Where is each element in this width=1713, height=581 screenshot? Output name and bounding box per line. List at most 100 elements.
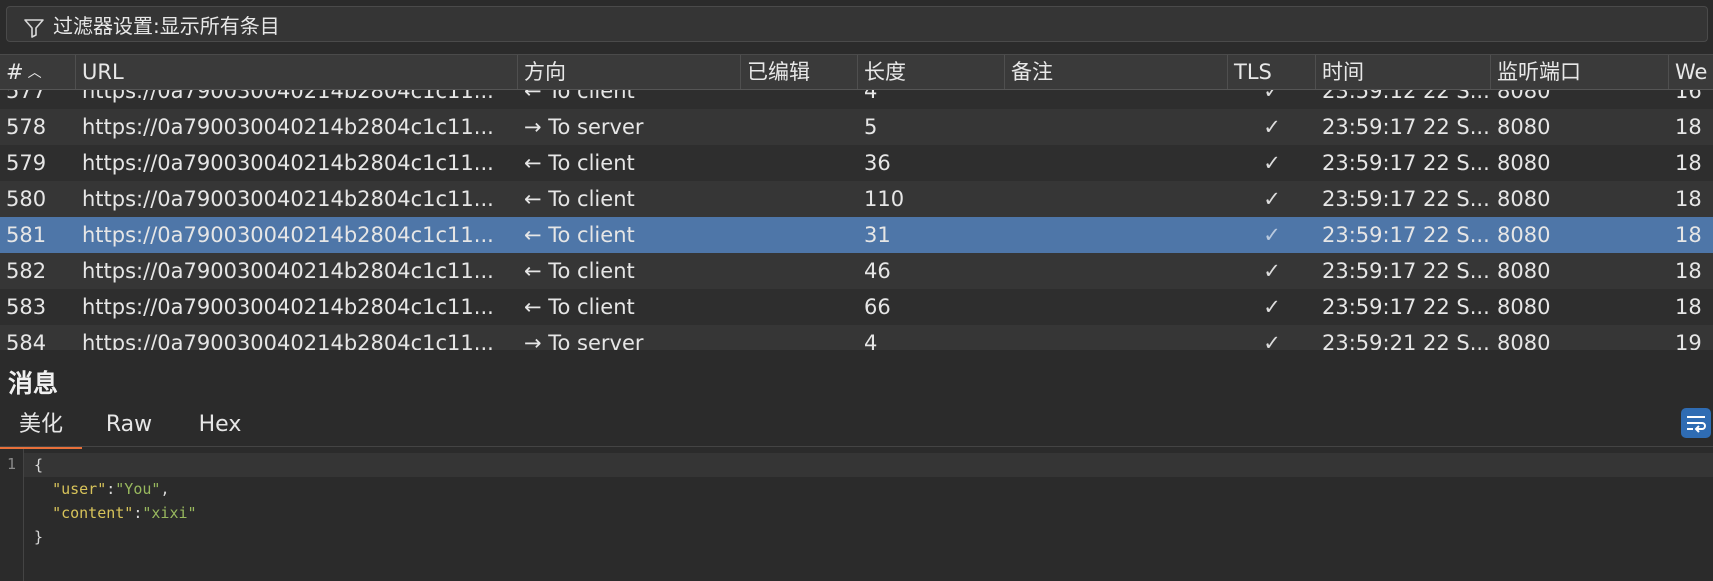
table-header: # ︿ URL 方向 已编辑 长度 备注 TLS 时间 监听端口 We	[0, 54, 1713, 90]
cell-we: 18	[1675, 151, 1702, 175]
table-row[interactable]: 581 https://0a790030040214b2804c1c11... ← …	[0, 217, 1713, 253]
cell-we: 18	[1675, 115, 1702, 139]
chevron-up-icon: ︿	[27, 65, 42, 81]
cell-length: 31	[864, 223, 891, 247]
cell-url: https://0a790030040214b2804c1c11...	[82, 187, 494, 211]
cell-direction: ← To client	[524, 90, 635, 103]
table-row[interactable]: 583 https://0a790030040214b2804c1c11... ← …	[0, 289, 1713, 325]
column-header-direction[interactable]: 方向	[518, 55, 741, 89]
cell-edited	[741, 217, 858, 253]
cell-number: 579	[6, 151, 47, 175]
table-rows: 577 https://0a790030040214b2804c1c11... ← …	[0, 90, 1713, 350]
filter-settings-button[interactable]: 过滤器设置:显示所有条目	[6, 6, 1708, 42]
cell-number: 578	[6, 115, 47, 139]
line-number: 1	[7, 455, 17, 473]
cell-length: 110	[864, 187, 905, 211]
tls-check-icon: ✓	[1263, 223, 1281, 247]
cell-length: 46	[864, 259, 891, 283]
table-body[interactable]: 577 https://0a790030040214b2804c1c11... ← …	[0, 90, 1713, 350]
cell-number: 583	[6, 295, 47, 319]
cell-comment	[1005, 289, 1228, 325]
json-punctuation: :	[106, 480, 116, 498]
tls-check-icon: ✓	[1263, 331, 1281, 350]
cell-time: 23:59:12 22 S...	[1322, 90, 1490, 103]
table-row[interactable]: 579 https://0a790030040214b2804c1c11... ← …	[0, 145, 1713, 181]
cell-comment	[1005, 90, 1228, 109]
filter-bar: 过滤器设置:显示所有条目	[0, 0, 1713, 50]
code-line: {	[34, 453, 43, 477]
cell-edited	[741, 289, 858, 325]
column-header-url[interactable]: URL	[76, 55, 518, 89]
column-header-comment[interactable]: 备注	[1005, 55, 1228, 89]
json-punctuation: {	[34, 456, 44, 474]
column-header-edited[interactable]: 已编辑	[741, 55, 858, 89]
history-table: # ︿ URL 方向 已编辑 长度 备注 TLS 时间 监听端口 We 577 ht…	[0, 54, 1713, 350]
cell-port: 8080	[1497, 187, 1551, 211]
line-number-gutter: 1	[0, 449, 24, 581]
json-punctuation: ,	[160, 480, 170, 498]
cell-we: 18	[1675, 187, 1702, 211]
column-header-time[interactable]: 时间	[1316, 55, 1491, 89]
cell-comment	[1005, 181, 1228, 217]
cell-time: 23:59:21 22 S...	[1322, 331, 1490, 350]
cell-url: https://0a790030040214b2804c1c11...	[82, 331, 494, 350]
json-punctuation	[34, 504, 52, 522]
cell-url: https://0a790030040214b2804c1c11...	[82, 115, 494, 139]
cell-length: 66	[864, 295, 891, 319]
cell-url: https://0a790030040214b2804c1c11...	[82, 259, 494, 283]
cell-edited	[741, 145, 858, 181]
cell-direction: ← To client	[524, 259, 635, 283]
cell-number: 580	[6, 187, 47, 211]
tls-check-icon: ✓	[1263, 295, 1281, 319]
tls-check-icon: ✓	[1263, 187, 1281, 211]
cell-direction: ← To client	[524, 295, 635, 319]
cell-we: 19	[1675, 331, 1702, 350]
json-string: "You"	[115, 480, 161, 498]
cell-comment	[1005, 109, 1228, 145]
cell-direction: → To server	[524, 115, 644, 139]
json-punctuation: }	[34, 528, 44, 546]
cell-time: 23:59:17 22 S...	[1322, 223, 1490, 247]
tab-raw[interactable]: Raw	[96, 406, 162, 446]
tab-hex[interactable]: Hex	[192, 406, 248, 446]
cell-url: https://0a790030040214b2804c1c11...	[82, 295, 494, 319]
tls-check-icon: ✓	[1263, 151, 1281, 175]
table-row[interactable]: 577 https://0a790030040214b2804c1c11... ← …	[0, 90, 1713, 109]
tab-pretty[interactable]: 美化	[0, 406, 82, 449]
code-line: }	[34, 525, 43, 549]
cell-port: 8080	[1497, 90, 1551, 103]
cell-time: 23:59:17 22 S...	[1322, 295, 1490, 319]
json-key: "content"	[52, 504, 134, 522]
column-header-we[interactable]: We	[1669, 55, 1713, 89]
cell-number: 577	[6, 90, 47, 103]
code-line: "content":"xixi"	[34, 501, 197, 525]
cell-comment	[1005, 253, 1228, 289]
message-tabs: 美化 Raw Hex	[0, 406, 1713, 449]
cell-edited	[741, 253, 858, 289]
word-wrap-icon	[1687, 416, 1706, 433]
tls-check-icon: ✓	[1263, 259, 1281, 283]
table-row[interactable]: 584 https://0a790030040214b2804c1c11... → …	[0, 325, 1713, 350]
code-line: "user":"You",	[34, 477, 169, 501]
table-row[interactable]: 578 https://0a790030040214b2804c1c11... → …	[0, 109, 1713, 145]
cell-edited	[741, 90, 858, 109]
cell-port: 8080	[1497, 151, 1551, 175]
cell-port: 8080	[1497, 295, 1551, 319]
message-editor[interactable]: 1 { "user":"You", "content":"xixi"}	[0, 449, 1713, 581]
column-header-tls[interactable]: TLS	[1228, 55, 1316, 89]
column-header-number[interactable]: # ︿	[0, 55, 76, 89]
table-row[interactable]: 580 https://0a790030040214b2804c1c11... ← …	[0, 181, 1713, 217]
cell-direction: → To server	[524, 331, 644, 350]
table-row[interactable]: 582 https://0a790030040214b2804c1c11... ← …	[0, 253, 1713, 289]
cell-comment	[1005, 217, 1228, 253]
cell-number: 581	[6, 223, 47, 247]
cell-edited	[741, 181, 858, 217]
cell-length: 4	[864, 331, 878, 350]
tls-check-icon: ✓	[1263, 90, 1281, 103]
column-header-listener-port[interactable]: 监听端口	[1491, 55, 1669, 89]
cell-number: 582	[6, 259, 47, 283]
word-wrap-button[interactable]	[1681, 408, 1711, 438]
column-header-length[interactable]: 长度	[858, 55, 1005, 89]
cell-port: 8080	[1497, 223, 1551, 247]
cell-edited	[741, 109, 858, 145]
